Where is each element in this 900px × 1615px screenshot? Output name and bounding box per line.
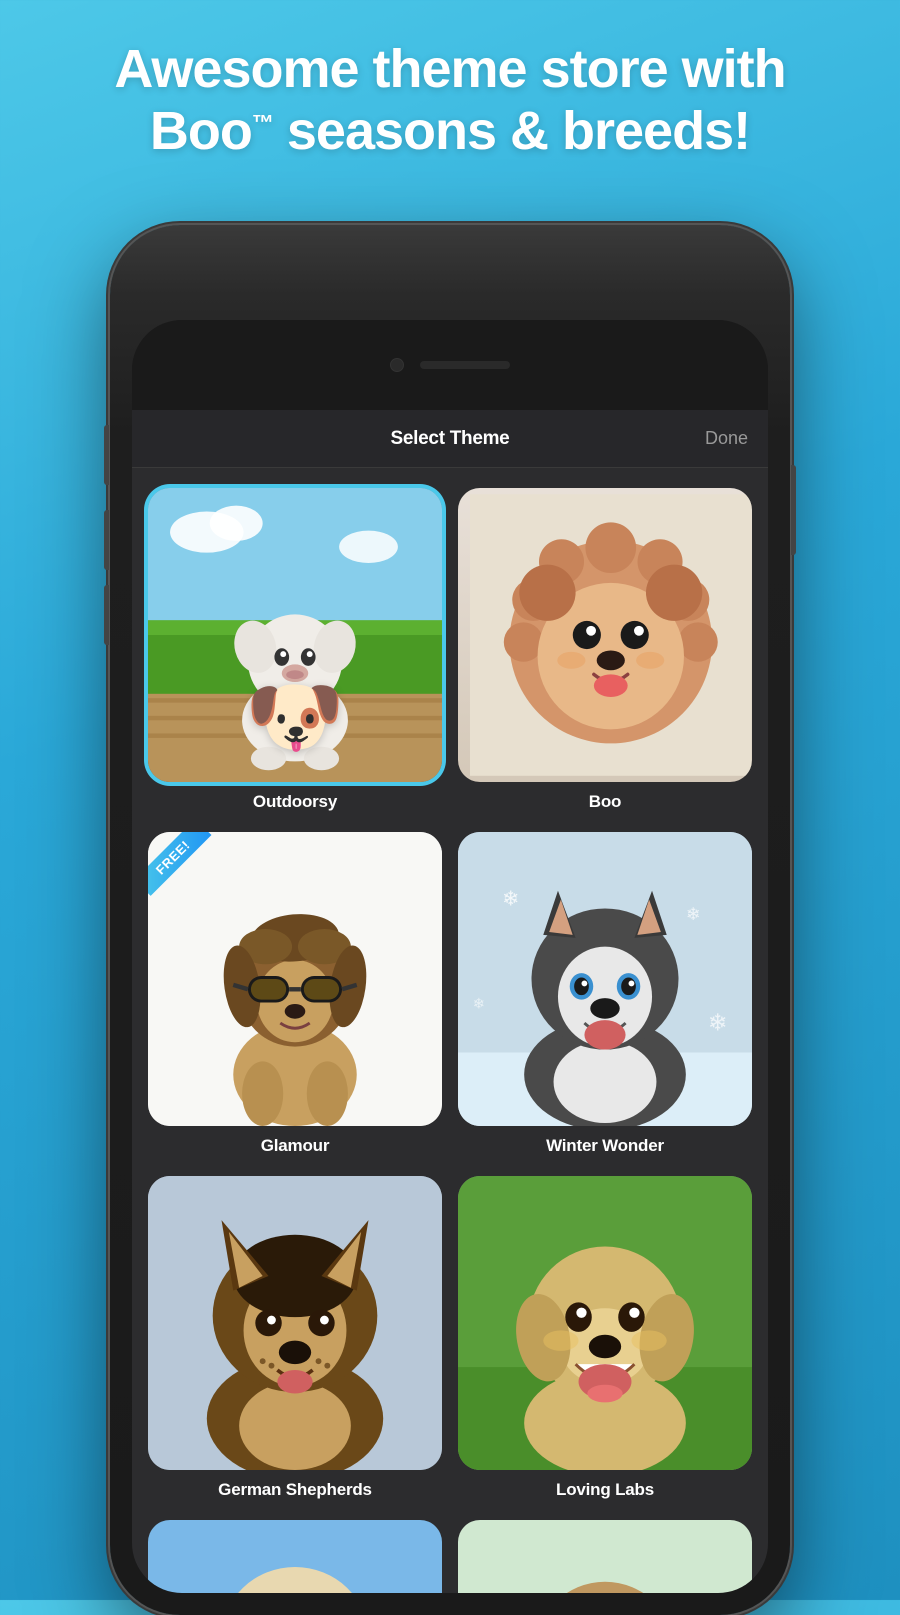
navigation-bar: Select Theme Done xyxy=(132,410,768,468)
theme-thumbnail-winter: ❄ ❄ ❄ ❄ xyxy=(458,832,752,1126)
speaker-bar xyxy=(420,361,510,369)
theme-item-glamour[interactable]: Glamour xyxy=(148,832,442,1156)
theme-thumbnail-outdoorsy xyxy=(148,488,442,782)
theme-item-winter-wonder[interactable]: ❄ ❄ ❄ ❄ Winter Wonder xyxy=(458,832,752,1156)
theme-label-boo: Boo xyxy=(589,792,621,812)
theme-item-boo[interactable]: Boo xyxy=(458,488,752,812)
phone-frame: Select Theme Done xyxy=(110,225,790,1615)
svg-text:❄: ❄ xyxy=(686,904,701,924)
themes-grid: Outdoorsy xyxy=(132,468,768,1593)
theme-thumbnail-german xyxy=(148,1176,442,1470)
done-button[interactable]: Done xyxy=(705,428,748,449)
theme-item-partial-right[interactable] xyxy=(458,1520,752,1593)
headline-boo-text: Boo xyxy=(150,101,252,161)
theme-item-loving-labs[interactable]: Loving Labs xyxy=(458,1176,752,1500)
theme-label-glamour: Glamour xyxy=(261,1136,330,1156)
headline-line1: Awesome theme store with xyxy=(114,39,785,99)
theme-label-loving-labs: Loving Labs xyxy=(556,1480,654,1500)
theme-thumbnail-partial-right xyxy=(458,1520,752,1593)
free-badge xyxy=(148,832,218,902)
theme-item-german-shepherds[interactable]: German Shepherds xyxy=(148,1176,442,1500)
theme-thumbnail-glamour xyxy=(148,832,442,1126)
theme-item-outdoorsy[interactable]: Outdoorsy xyxy=(148,488,442,812)
svg-text:❄: ❄ xyxy=(473,996,485,1012)
svg-text:❄: ❄ xyxy=(708,1009,728,1035)
headline-line2: Boo™ seasons & breeds! xyxy=(150,101,750,161)
phone-top-bar xyxy=(132,320,768,410)
camera-dot xyxy=(390,358,404,372)
phone-screen: Select Theme Done xyxy=(132,320,768,1593)
theme-label-outdoorsy: Outdoorsy xyxy=(253,792,337,812)
theme-thumbnail-boo xyxy=(458,488,752,782)
theme-thumbnail-partial-left xyxy=(148,1520,442,1593)
app-headline: Awesome theme store with Boo™ seasons & … xyxy=(0,0,900,162)
trademark-symbol: ™ xyxy=(252,110,273,135)
nav-title: Select Theme xyxy=(391,428,510,450)
svg-text:❄: ❄ xyxy=(502,888,519,911)
theme-label-winter-wonder: Winter Wonder xyxy=(546,1136,664,1156)
theme-thumbnail-labs xyxy=(458,1176,752,1470)
theme-item-partial-left[interactable] xyxy=(148,1520,442,1593)
headline-rest: seasons & breeds! xyxy=(273,101,750,161)
theme-label-german-shepherds: German Shepherds xyxy=(218,1480,372,1500)
